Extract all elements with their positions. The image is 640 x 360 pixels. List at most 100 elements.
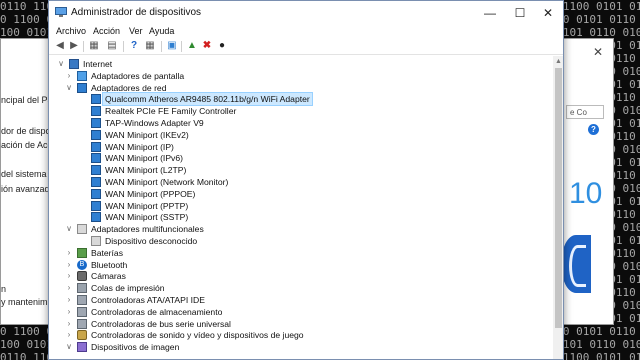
remove-icon[interactable]: ✖: [201, 40, 213, 52]
tree-device[interactable]: Realtek PCIe FE Family Controller: [49, 105, 549, 117]
chevron-right-icon[interactable]: ›: [65, 295, 73, 305]
search-input[interactable]: e Co: [566, 105, 604, 119]
sound-icon: [77, 330, 87, 341]
image-icon: [77, 342, 87, 353]
network-icon: [91, 153, 101, 164]
tree-category[interactable]: › Colas de impresión: [49, 282, 549, 294]
device-manager-app-icon: [55, 7, 67, 17]
refresh-icon[interactable]: ▤: [106, 40, 118, 52]
control-panel-nav-item[interactable]: y mantenimie: [1, 297, 55, 307]
tree-device[interactable]: WAN Miniport (SSTP): [49, 211, 549, 223]
window-title: Administrador de dispositivos: [71, 7, 202, 18]
vertical-scrollbar[interactable]: ▲: [553, 56, 563, 359]
chevron-right-icon[interactable]: ›: [65, 330, 73, 340]
chevron-down-icon[interactable]: ∨: [65, 83, 73, 93]
menu-ayuda[interactable]: Ayuda: [149, 26, 174, 36]
device-tree: ∨ Internet › Adaptadores de pantalla ∨ Adapta…: [49, 56, 553, 359]
details-icon[interactable]: ▦: [144, 40, 156, 52]
close-icon[interactable]: ✕: [593, 45, 603, 59]
control-panel-nav-item[interactable]: n: [1, 284, 6, 294]
disk-icon: [77, 306, 87, 317]
chevron-right-icon[interactable]: ›: [65, 319, 73, 329]
properties-icon[interactable]: ▦: [88, 40, 100, 52]
chevron-right-icon[interactable]: ›: [65, 248, 73, 258]
tree-item-label: Internet: [83, 59, 113, 69]
tree-category[interactable]: › Controladoras ATA/ATAPI IDE: [49, 294, 549, 306]
maximize-button[interactable]: ☐: [507, 4, 533, 22]
add-driver-icon[interactable]: ▲: [186, 40, 198, 52]
update-icon[interactable]: ●: [216, 40, 228, 52]
chevron-right-icon[interactable]: ›: [65, 283, 73, 293]
tree-category[interactable]: › Controladoras de almacenamiento: [49, 306, 549, 318]
tree-item-label: Controladoras de sonido y vídeo y dispos…: [91, 330, 304, 341]
menu-archivo[interactable]: Archivo: [56, 26, 86, 36]
chevron-right-icon[interactable]: ›: [65, 260, 73, 270]
toolbar-separator: [83, 41, 84, 52]
tree-device[interactable]: WAN Miniport (PPTP): [49, 200, 549, 212]
tree-category[interactable]: › Controladoras de sonido y vídeo y dispo…: [49, 329, 549, 341]
tree-device[interactable]: WAN Miniport (Network Monitor): [49, 176, 549, 188]
tree-device[interactable]: WAN Miniport (IP): [49, 141, 549, 153]
chevron-right-icon[interactable]: ›: [65, 307, 73, 317]
tree-category[interactable]: › Baterías: [49, 247, 549, 259]
tree-category[interactable]: ∨ Adaptadores de red: [49, 82, 549, 94]
tree-device[interactable]: TAP-Windows Adapter V9: [49, 117, 549, 129]
control-panel-nav-item[interactable]: ncipal del Pa: [1, 95, 53, 105]
tree-item-label: Qualcomm Atheros AR9485 802.11b/g/n WiFi…: [102, 92, 313, 107]
tree-item-label: TAP-Windows Adapter V9: [105, 118, 204, 128]
tree-category[interactable]: › B Bluetooth: [49, 259, 549, 271]
tree-item-label: Adaptadores multifuncionales: [91, 224, 204, 235]
windows-badge-mark: [569, 245, 586, 287]
scroll-up-arrow-icon[interactable]: ▲: [553, 56, 563, 67]
control-panel-nav-item[interactable]: dor de dispo: [1, 126, 51, 136]
tree-device[interactable]: Qualcomm Atheros AR9485 802.11b/g/n WiFi…: [49, 92, 549, 107]
tree-category[interactable]: ∨ Dispositivos de imagen: [49, 341, 549, 353]
chevron-down-icon[interactable]: ∨: [65, 224, 73, 234]
tree-item-label: Baterías: [91, 247, 124, 258]
tree-item-label: WAN Miniport (IPv6): [105, 153, 183, 164]
scroll-thumb[interactable]: [555, 68, 562, 328]
tree-item-label: Cámaras: [91, 271, 126, 282]
menu-accion[interactable]: Acción: [93, 26, 120, 36]
tree-device[interactable]: WAN Miniport (L2TP): [49, 164, 549, 176]
tree-device[interactable]: WAN Miniport (IKEv2): [49, 129, 549, 141]
tree-category[interactable]: › Cámaras: [49, 270, 549, 282]
menu-ver[interactable]: Ver: [129, 26, 143, 36]
network-icon: [91, 106, 101, 117]
tree-item-label: Dispositivo desconocido: [105, 236, 198, 246]
toolbar: ◀ ▶ ▦ ▤ ? ▦ ▣ ▲ ✖ ●: [49, 39, 563, 55]
network-icon: [91, 165, 101, 176]
device-manager-window: Administrador de dispositivos — ☐ ✕ Arch…: [48, 0, 564, 360]
network-icon: [91, 177, 101, 187]
tree-item-label: Adaptadores de red: [91, 82, 167, 93]
tree-root[interactable]: ∨ Internet: [49, 58, 549, 70]
chevron-down-icon[interactable]: ∨: [65, 342, 73, 352]
network-icon: [91, 141, 101, 152]
minimize-button[interactable]: —: [477, 4, 503, 22]
media-icon: [91, 236, 101, 246]
chevron-down-icon[interactable]: ∨: [57, 59, 65, 69]
tree-category[interactable]: › Controladoras de bus serie universal: [49, 318, 549, 330]
control-panel-nav-item[interactable]: del sistema: [1, 169, 47, 179]
tree-device[interactable]: WAN Miniport (PPPOE): [49, 188, 549, 200]
forward-arrow-icon[interactable]: ▶: [68, 40, 80, 52]
tree-device[interactable]: Dispositivo desconocido: [49, 235, 549, 247]
close-button[interactable]: ✕: [535, 4, 561, 22]
help-icon[interactable]: ?: [128, 40, 140, 52]
disk-icon: [77, 318, 87, 329]
back-arrow-icon[interactable]: ◀: [54, 40, 66, 52]
tree-category[interactable]: › Adaptadores de pantalla: [49, 70, 549, 82]
control-panel-nav-item[interactable]: ión avanzada: [1, 184, 55, 194]
tree-device[interactable]: WAN Miniport (IPv6): [49, 152, 549, 164]
display-icon[interactable]: ▣: [166, 40, 178, 52]
network-icon: [91, 94, 101, 105]
network-icon: [91, 188, 101, 199]
tree-item-label: Dispositivos de imagen: [91, 342, 180, 353]
tree-item-label: Realtek PCIe FE Family Controller: [105, 106, 237, 117]
chevron-right-icon[interactable]: ›: [65, 271, 73, 281]
tree-item-label: Adaptadores de pantalla: [91, 70, 185, 81]
help-icon[interactable]: ?: [588, 124, 599, 135]
tree-category[interactable]: ∨ Adaptadores multifuncionales: [49, 223, 549, 235]
chevron-right-icon[interactable]: ›: [65, 71, 73, 81]
tree-item-label: WAN Miniport (IKEv2): [105, 129, 189, 140]
